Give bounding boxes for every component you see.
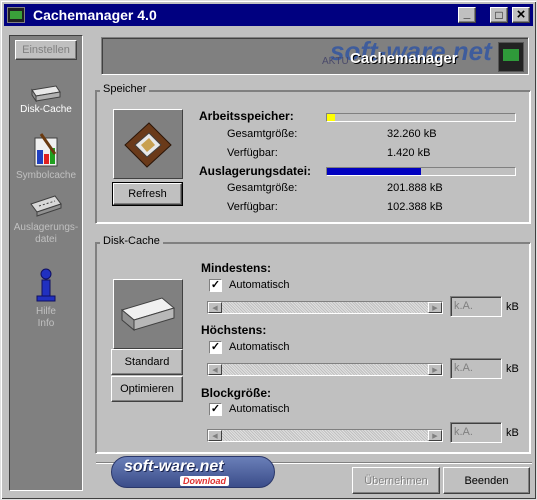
memory-chip-tile — [113, 109, 183, 179]
maximize-icon: □ — [495, 8, 503, 22]
blocksize-auto-checkbox[interactable]: ✓ — [209, 403, 222, 416]
ram-usage-bar — [326, 113, 516, 122]
sidebar-item-auslagerungsdatei[interactable]: Auslagerungs- datei — [10, 194, 82, 246]
standard-button[interactable]: Standard — [111, 349, 183, 375]
ram-free-value: 1.420 kB — [387, 147, 431, 159]
ram-free-label: Verfügbar: — [227, 147, 278, 159]
app-window: Cachemanager 4.0 _ □ × Einstellen Disk-C… — [0, 0, 537, 500]
close-button[interactable]: × — [512, 7, 530, 23]
blocksize-auto-label: Automatisch — [229, 403, 290, 415]
blocksize-title: Blockgröße: — [201, 386, 272, 400]
sidebar-item-label: Auslagerungs- datei — [13, 222, 79, 245]
minimize-button[interactable]: _ — [458, 7, 476, 23]
maximum-slider[interactable]: ◀ ▶ — [207, 363, 443, 376]
minimize-icon: _ — [463, 6, 471, 20]
banner-subtitle: AKTU — [322, 56, 349, 67]
minimum-title: Mindestens: — [201, 261, 272, 275]
disk-drive-icon — [30, 84, 62, 103]
disk-cache-group-title: Disk-Cache — [100, 235, 163, 247]
minimum-unit: kB — [506, 301, 519, 313]
watermark-badge: soft-ware.net Download — [111, 456, 275, 488]
paintbrush-icon — [31, 132, 61, 168]
optimize-button[interactable]: Optimieren — [111, 376, 183, 402]
minimum-value-input[interactable]: k.A. — [450, 296, 502, 317]
arrow-left-icon[interactable]: ◀ — [208, 430, 222, 441]
apply-button[interactable]: Übernehmen — [352, 467, 440, 494]
swap-label: Auslagerungsdatei: — [199, 164, 312, 178]
maximum-title: Höchstens: — [201, 323, 267, 337]
minimum-auto-checkbox[interactable]: ✓ — [209, 279, 222, 292]
sidebar-item-label: Hilfe Info — [35, 306, 56, 329]
info-person-icon — [34, 268, 58, 304]
title-bar[interactable]: Cachemanager 4.0 _ □ × — [4, 4, 533, 26]
maximize-button[interactable]: □ — [490, 7, 508, 23]
sidebar-item-disk-cache[interactable]: Disk-Cache — [10, 84, 82, 116]
exit-button[interactable]: Beenden — [443, 467, 530, 494]
maximum-value-input[interactable]: k.A. — [450, 358, 502, 379]
watermark-download-label: Download — [180, 476, 229, 486]
ram-usage-fill — [327, 114, 335, 121]
arrow-left-icon[interactable]: ◀ — [208, 364, 222, 375]
minimum-auto-label: Automatisch — [229, 279, 290, 291]
window-title: Cachemanager 4.0 — [33, 7, 157, 23]
watermark-text: soft-ware.net — [124, 458, 224, 475]
blocksize-unit: kB — [506, 427, 519, 439]
arrow-left-icon[interactable]: ◀ — [208, 302, 222, 313]
maximum-auto-checkbox[interactable]: ✓ — [209, 341, 222, 354]
memory-module-icon — [29, 194, 63, 220]
close-icon: × — [516, 6, 526, 23]
swap-usage-bar — [326, 167, 516, 176]
maximum-unit: kB — [506, 363, 519, 375]
blocksize-value-input[interactable]: k.A. — [450, 422, 502, 443]
swap-free-value: 102.388 kB — [387, 201, 443, 213]
sidebar-item-hilfe-info[interactable]: Hilfe Info — [10, 268, 82, 330]
settings-button[interactable]: Einstellen — [15, 40, 77, 60]
arrow-right-icon[interactable]: ▶ — [428, 302, 442, 313]
refresh-button[interactable]: Refresh — [112, 182, 183, 206]
arrow-right-icon[interactable]: ▶ — [428, 430, 442, 441]
app-icon — [7, 7, 25, 23]
hard-disk-icon — [120, 297, 176, 332]
minimum-slider[interactable]: ◀ ▶ — [207, 301, 443, 314]
ram-total-label: Gesamtgröße: — [227, 128, 298, 140]
maximum-auto-label: Automatisch — [229, 341, 290, 353]
sidebar-item-symbolcache[interactable]: Symbolcache — [10, 132, 82, 182]
banner-title: Cachemanager — [350, 50, 458, 67]
ram-total-value: 32.260 kB — [387, 128, 437, 140]
header-banner: soft-ware.net AKTU Cachemanager — [101, 37, 529, 75]
swap-total-value: 201.888 kB — [387, 182, 443, 194]
arrow-right-icon[interactable]: ▶ — [428, 364, 442, 375]
memory-chip-icon — [124, 122, 172, 168]
swap-total-label: Gesamtgröße: — [227, 182, 298, 194]
sidebar-item-label: Symbolcache — [15, 170, 77, 181]
swap-usage-fill — [327, 168, 421, 175]
blocksize-slider[interactable]: ◀ ▶ — [207, 429, 443, 442]
ram-label: Arbeitsspeicher: — [199, 109, 294, 123]
sidebar: Einstellen Disk-Cache Symbolcache Auslag… — [9, 35, 83, 491]
speicher-group-title: Speicher — [100, 83, 150, 95]
swap-free-label: Verfügbar: — [227, 201, 278, 213]
chip-icon — [498, 42, 524, 72]
sidebar-item-label: Disk-Cache — [20, 104, 72, 115]
disk-drive-tile — [113, 279, 183, 349]
